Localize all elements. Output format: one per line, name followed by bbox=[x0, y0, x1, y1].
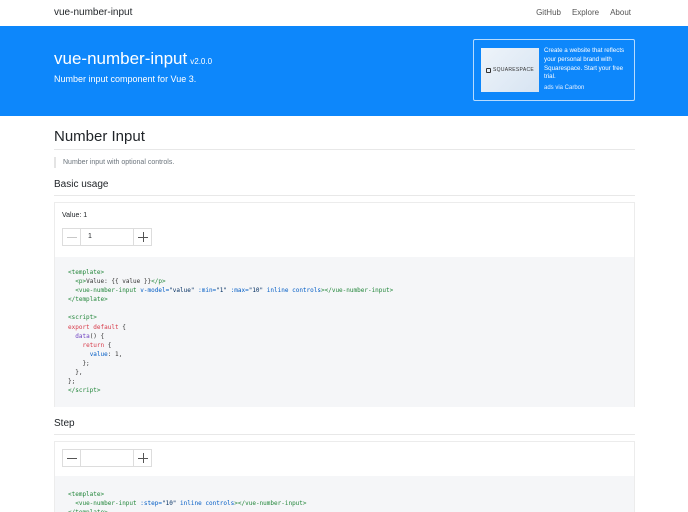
squarespace-logo-icon bbox=[486, 67, 491, 73]
nav-link-github[interactable]: GitHub bbox=[536, 8, 561, 17]
nav-link-explore[interactable]: Explore bbox=[572, 8, 599, 17]
number-input-step bbox=[62, 449, 152, 467]
minus-icon bbox=[67, 457, 77, 459]
number-field[interactable] bbox=[82, 450, 134, 466]
ad-via-carbon[interactable]: ads via Carbon bbox=[544, 85, 584, 91]
carbon-ad[interactable]: SQUARESPACE Create a website that reflec… bbox=[473, 39, 635, 101]
section-title-step: Step bbox=[54, 418, 75, 429]
increment-button[interactable] bbox=[133, 229, 151, 245]
nav-link-about[interactable]: About bbox=[610, 8, 631, 17]
hero-banner: vue-number-input v2.0.0 Number input comp… bbox=[0, 26, 688, 116]
decrement-button[interactable] bbox=[63, 229, 81, 245]
description-blockquote: Number input with optional controls. bbox=[54, 157, 174, 168]
hero-title: vue-number-input v2.0.0 bbox=[54, 49, 212, 69]
code-block-step: <template> <vue-number-input :step="10" … bbox=[54, 476, 635, 512]
hero-title-text: vue-number-input bbox=[54, 49, 188, 68]
squarespace-logo: SQUARESPACE bbox=[486, 67, 534, 73]
number-input-basic: 1 bbox=[62, 228, 152, 246]
code-snippet-basic: <template> <p>Value: {{ value }}</p> <vu… bbox=[68, 269, 394, 395]
code-snippet-step: <template> <vue-number-input :step="10" … bbox=[68, 491, 307, 512]
minus-icon bbox=[67, 236, 77, 238]
ad-text[interactable]: Create a website that reflects your pers… bbox=[544, 47, 632, 82]
nav-links: GitHub Explore About bbox=[536, 8, 631, 17]
demo-card-step bbox=[54, 441, 635, 476]
title-divider bbox=[54, 149, 635, 150]
code-block-basic: <template> <p>Value: {{ value }}</p> <vu… bbox=[54, 257, 635, 407]
navbar-brand[interactable]: vue-number-input bbox=[54, 7, 132, 18]
ad-image[interactable]: SQUARESPACE bbox=[481, 48, 539, 92]
version-badge: v2.0.0 bbox=[190, 57, 213, 66]
decrement-button[interactable] bbox=[63, 450, 81, 466]
page-title: Number Input bbox=[54, 128, 145, 145]
section-title-basic-usage: Basic usage bbox=[54, 179, 109, 190]
hero-subtitle: Number input component for Vue 3. bbox=[54, 74, 197, 84]
section-divider bbox=[54, 434, 635, 435]
increment-button[interactable] bbox=[133, 450, 151, 466]
number-field[interactable]: 1 bbox=[82, 229, 134, 245]
value-display: Value: 1 bbox=[62, 212, 88, 219]
ad-logo-text: SQUARESPACE bbox=[493, 67, 534, 73]
demo-card-basic: Value: 1 1 bbox=[54, 202, 635, 257]
navbar: vue-number-input GitHub Explore About bbox=[0, 0, 688, 26]
section-divider bbox=[54, 195, 635, 196]
